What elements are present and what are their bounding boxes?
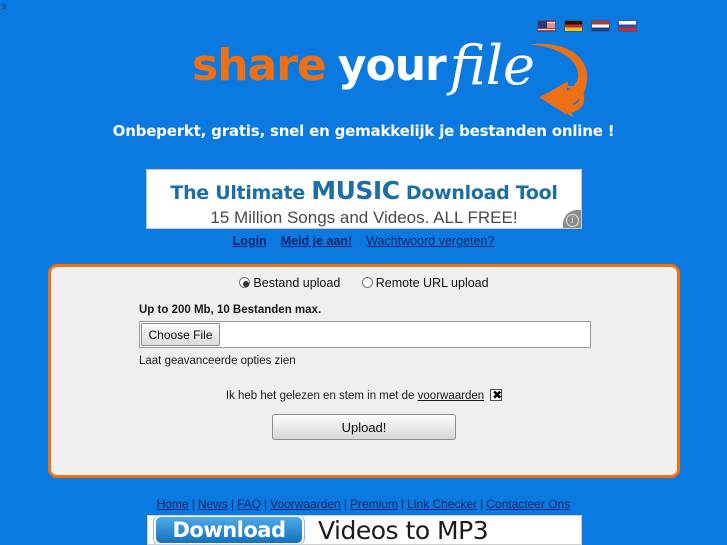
- upload-limit-text: Up to 200 Mb, 10 Bestanden max.: [139, 304, 322, 316]
- footer-link-faq[interactable]: FAQ: [237, 497, 261, 511]
- footer-link-link-checker[interactable]: Link Checker: [407, 497, 477, 511]
- radio-option-remote-url[interactable]: Remote URL upload: [361, 276, 489, 290]
- bottom-ad-text: Videos to MP3: [318, 515, 489, 545]
- upload-submit-button[interactable]: Upload!: [272, 414, 456, 440]
- page-root: s share yourfile Onbeperkt, gratis, snel …: [0, 0, 727, 545]
- footer-separator: |: [480, 497, 484, 511]
- footer-link-bar: Home | News | FAQ | Voorwaarden | Premium | Link C…: [0, 497, 727, 511]
- radio-file-upload-icon[interactable]: [239, 277, 251, 288]
- footer-link-premium[interactable]: Premium: [350, 497, 398, 511]
- top-ad-headline: The Ultimate MUSIC Download Tool: [147, 176, 581, 205]
- logo-word-your: your: [337, 40, 447, 91]
- terms-agreement-text: Ik heb het gelezen en stem in met de: [225, 390, 418, 402]
- upload-button-wrap: Upload!: [51, 414, 677, 440]
- curved-arrow-icon: [528, 43, 588, 118]
- upload-mode-radio-group: Bestand upload Remote URL upload: [51, 276, 677, 290]
- radio-file-upload-label: Bestand upload: [253, 276, 341, 290]
- footer-separator: |: [343, 497, 347, 511]
- logo-word-share: share: [192, 40, 327, 91]
- top-ad-banner[interactable]: The Ultimate MUSIC Download Tool 15 Mill…: [146, 169, 582, 229]
- flag-ru-icon[interactable]: [618, 20, 637, 32]
- bottom-ad-banner[interactable]: Download Videos to MP3: [147, 515, 582, 545]
- show-advanced-options-link[interactable]: Laat geavanceerde opties zien: [139, 355, 677, 367]
- radio-option-file-upload[interactable]: Bestand upload: [239, 276, 343, 290]
- upload-panel: Bestand upload Remote URL upload Up to 2…: [48, 264, 680, 478]
- flag-us-icon[interactable]: [537, 20, 556, 32]
- register-link[interactable]: Meld je aan!: [281, 234, 353, 248]
- site-logo[interactable]: share yourfile: [0, 34, 727, 118]
- forgot-password-link[interactable]: Wachtwoord vergeten?: [366, 234, 494, 248]
- language-bar: [537, 20, 637, 32]
- footer-separator: |: [191, 497, 195, 511]
- footer-link-voorwaarden[interactable]: Voorwaarden: [270, 497, 341, 511]
- auth-link-bar: Login Meld je aan! Wachtwoord vergeten?: [0, 234, 727, 248]
- footer-separator: |: [230, 497, 234, 511]
- terms-agreement-row: Ik heb het gelezen en stem in met de voo…: [51, 388, 677, 402]
- footer-link-contact[interactable]: Contacteer Ons: [486, 497, 570, 511]
- ad-info-glyph: i: [566, 214, 579, 227]
- footer-separator: |: [263, 497, 268, 511]
- radio-remote-url-icon[interactable]: [361, 277, 373, 288]
- top-ad-headline-pre: The Ultimate: [170, 182, 312, 204]
- terms-agreement-checkbox[interactable]: [490, 388, 503, 402]
- file-input-row[interactable]: Choose File: [139, 321, 591, 348]
- logo-wordmark: share yourfile: [192, 34, 588, 118]
- terms-conditions-link[interactable]: voorwaarden: [418, 390, 484, 402]
- top-ad-headline-post: Download Tool: [399, 182, 558, 204]
- login-link[interactable]: Login: [233, 234, 267, 248]
- footer-link-news[interactable]: News: [198, 497, 228, 511]
- site-tagline: Onbeperkt, gratis, snel en gemakkelijk j…: [112, 122, 615, 140]
- flag-de-icon[interactable]: [564, 20, 583, 32]
- footer-link-home[interactable]: Home: [157, 497, 189, 511]
- flag-nl-icon[interactable]: [591, 20, 610, 32]
- footer-separator: |: [400, 497, 405, 511]
- choose-file-button[interactable]: Choose File: [141, 323, 220, 346]
- top-ad-headline-emphasis: MUSIC: [311, 176, 400, 205]
- bottom-ad-download-button[interactable]: Download: [154, 516, 304, 544]
- radio-remote-url-label: Remote URL upload: [375, 276, 489, 290]
- top-ad-subline: 15 Million Songs and Videos. ALL FREE!: [210, 208, 518, 227]
- stray-text-artifact: s: [2, 1, 7, 11]
